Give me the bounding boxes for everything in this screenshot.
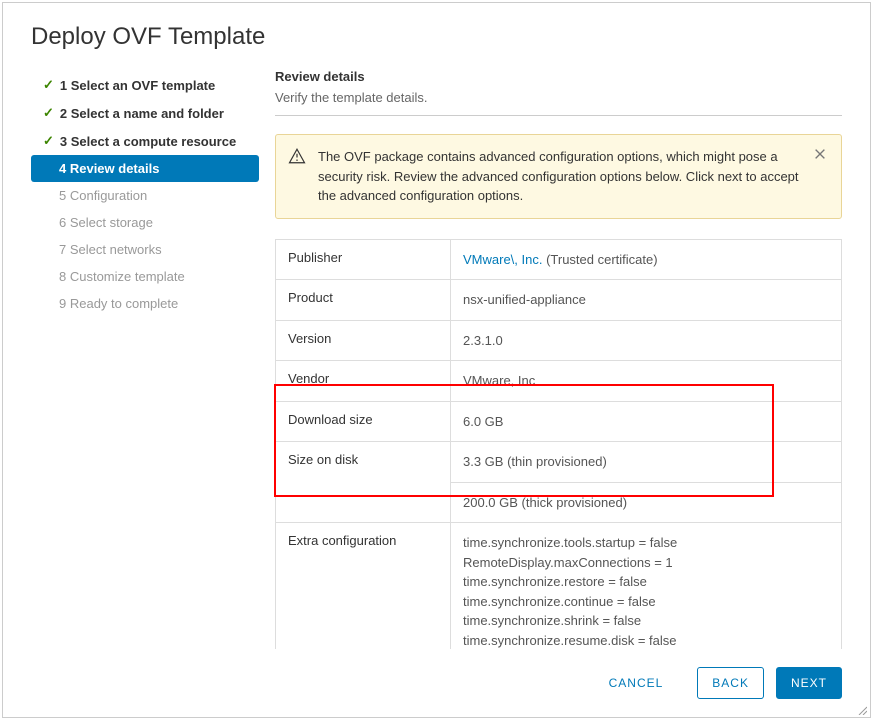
value-product: nsx-unified-appliance [451,280,842,321]
sidebar-item-select-storage[interactable]: 6 Select storage [31,209,259,236]
warning-icon [288,147,306,165]
row-product: Product nsx-unified-appliance [276,280,842,321]
value-size-on-disk-thick: 200.0 GB (thick provisioned) [451,482,842,523]
publisher-link[interactable]: VMware\, Inc. [463,252,542,267]
label-download-size: Download size [276,401,451,442]
details-table: Publisher VMware\, Inc. (Trusted certifi… [275,239,842,650]
label-publisher: Publisher [276,239,451,280]
label-version: Version [276,320,451,361]
value-vendor: VMware, Inc [451,361,842,402]
row-size-on-disk-1: Size on disk 3.3 GB (thin provisioned) [276,442,842,483]
next-button[interactable]: NEXT [776,667,842,699]
sidebar-item-select-networks[interactable]: 7 Select networks [31,236,259,263]
sidebar-item-configuration[interactable]: 5 Configuration [31,182,259,209]
close-icon[interactable] [813,147,829,163]
row-extra-config: Extra configuration time.synchronize.too… [276,523,842,650]
dialog-footer: CANCEL BACK NEXT [3,649,870,717]
warning-text: The OVF package contains advanced config… [318,149,799,203]
sidebar-item-select-ovf[interactable]: 1 Select an OVF template [31,71,259,99]
sidebar-item-customize-template[interactable]: 8 Customize template [31,263,259,290]
panel-title: Review details [275,69,842,84]
label-vendor: Vendor [276,361,451,402]
value-extra-config: time.synchronize.tools.startup = false R… [451,523,842,650]
divider [275,115,842,116]
back-button[interactable]: BACK [697,667,764,699]
value-size-on-disk-thin: 3.3 GB (thin provisioned) [451,442,842,483]
value-download-size: 6.0 GB [451,401,842,442]
warning-box: The OVF package contains advanced config… [275,134,842,219]
sidebar-item-name-folder[interactable]: 2 Select a name and folder [31,99,259,127]
sidebar-item-review-details[interactable]: 4 Review details [31,155,259,182]
value-publisher: VMware\, Inc. (Trusted certificate) [451,239,842,280]
row-vendor: Vendor VMware, Inc [276,361,842,402]
label-product: Product [276,280,451,321]
content-area: 1 Select an OVF template 2 Select a name… [3,69,870,649]
row-publisher: Publisher VMware\, Inc. (Trusted certifi… [276,239,842,280]
row-download-size: Download size 6.0 GB [276,401,842,442]
resize-handle-icon[interactable] [855,702,867,714]
cancel-button[interactable]: CANCEL [595,668,678,698]
sidebar-item-compute-resource[interactable]: 3 Select a compute resource [31,127,259,155]
label-size-on-disk: Size on disk [276,442,451,523]
value-version: 2.3.1.0 [451,320,842,361]
label-extra-config: Extra configuration [276,523,451,650]
details-table-wrap: Publisher VMware\, Inc. (Trusted certifi… [275,239,842,650]
deploy-ovf-dialog: Deploy OVF Template 1 Select an OVF temp… [2,2,871,718]
panel-subtitle: Verify the template details. [275,90,842,105]
main-panel: Review details Verify the template detai… [259,69,842,649]
sidebar-item-ready-complete[interactable]: 9 Ready to complete [31,290,259,317]
dialog-title: Deploy OVF Template [3,3,870,69]
wizard-sidebar: 1 Select an OVF template 2 Select a name… [31,69,259,649]
row-version: Version 2.3.1.0 [276,320,842,361]
